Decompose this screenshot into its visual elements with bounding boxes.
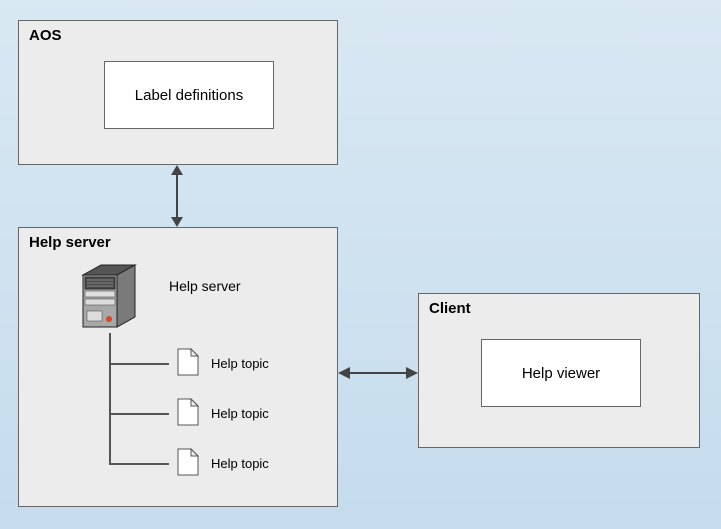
tree-hline-1 bbox=[109, 363, 169, 365]
help-topic-1-label: Help topic bbox=[211, 356, 269, 371]
help-server-group: Help server Help server bbox=[18, 227, 338, 507]
aos-title: AOS bbox=[29, 27, 62, 44]
help-server-group-title: Help server bbox=[29, 234, 111, 251]
document-icon bbox=[177, 448, 199, 476]
tree-hline-3 bbox=[109, 463, 169, 465]
document-icon bbox=[177, 398, 199, 426]
help-topic-3-label: Help topic bbox=[211, 456, 269, 471]
diagram-canvas: AOS Label definitions Help server bbox=[0, 0, 721, 529]
help-server-label: Help server bbox=[169, 278, 241, 294]
aos-group: AOS Label definitions bbox=[18, 20, 338, 165]
arrow-helpserver-client bbox=[338, 363, 418, 383]
arrow-aos-helpserver bbox=[167, 165, 187, 227]
tree-hline-2 bbox=[109, 413, 169, 415]
server-icon bbox=[79, 263, 139, 333]
tree-vline bbox=[109, 333, 111, 463]
help-viewer-box: Help viewer bbox=[481, 339, 641, 407]
client-title: Client bbox=[429, 300, 471, 317]
document-icon bbox=[177, 348, 199, 376]
label-definitions-box: Label definitions bbox=[104, 61, 274, 129]
help-viewer-text: Help viewer bbox=[522, 365, 600, 382]
label-definitions-text: Label definitions bbox=[135, 87, 243, 104]
help-topic-2-label: Help topic bbox=[211, 406, 269, 421]
client-group: Client Help viewer bbox=[418, 293, 700, 448]
